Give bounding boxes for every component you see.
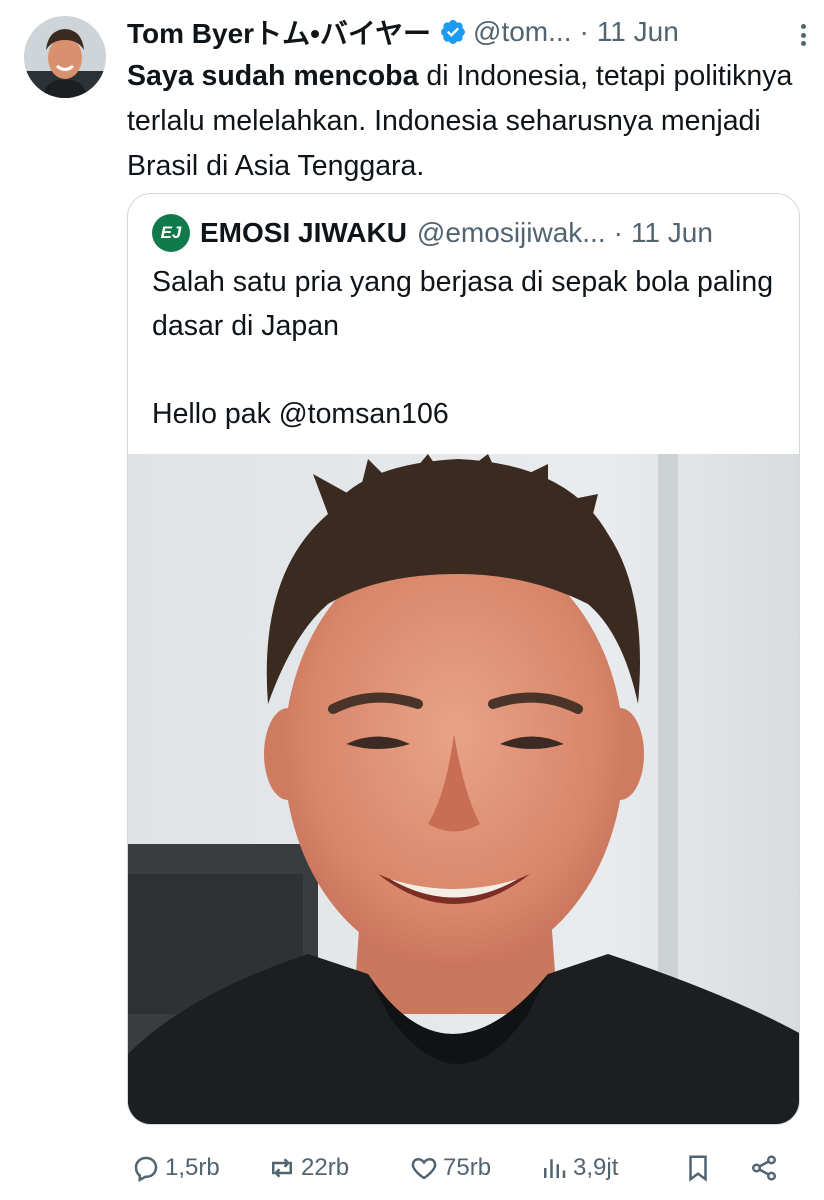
reply-count: 1,5rb	[165, 1154, 220, 1181]
tweet-timestamp[interactable]: 11 Jun	[597, 16, 679, 48]
quoted-author-name[interactable]: EMOSI JIWAKU	[200, 217, 407, 249]
quoted-text-line: Salah satu pria yang berjasa di sepak bo…	[152, 266, 774, 342]
quoted-text-line: Hello pak @tomsan106	[152, 398, 449, 430]
share-button[interactable]	[749, 1146, 783, 1190]
quoted-tweet-text: Salah satu pria yang berjasa di sepak bo…	[152, 260, 782, 436]
quoted-tweet-header: EJ EMOSI JIWAKU @emosijiwak... · 11 Jun	[152, 214, 713, 252]
quoted-author-avatar[interactable]: EJ	[152, 214, 190, 252]
tweet[interactable]: Tom Byerトム•バイヤー @tom... · 11 Jun Saya su…	[0, 0, 824, 1200]
like-icon	[411, 1157, 437, 1180]
tweet-header: Tom Byerトム•バイヤー @tom... · 11 Jun	[127, 12, 806, 52]
tweet-text-bold: Saya sudah mencoba	[127, 60, 419, 92]
more-options-icon[interactable]	[797, 24, 809, 46]
reply-button[interactable]: 1,5rb	[131, 1146, 220, 1190]
reply-icon	[134, 1156, 158, 1182]
author-avatar[interactable]	[24, 16, 106, 98]
repost-button[interactable]: 22rb	[267, 1146, 349, 1190]
like-button[interactable]: 75rb	[409, 1146, 491, 1190]
quoted-text-line	[152, 348, 782, 392]
quoted-tweet-timestamp[interactable]: 11 Jun	[631, 217, 713, 249]
quoted-tweet-photo[interactable]	[128, 454, 799, 1124]
tweet-text: Saya sudah mencoba di Indonesia, tetapi …	[127, 54, 799, 189]
repost-icon	[272, 1158, 292, 1178]
author-handle[interactable]: @tom...	[473, 16, 571, 48]
quoted-separator-dot: ·	[613, 217, 623, 248]
verified-badge-icon	[439, 18, 467, 46]
views-icon	[544, 1159, 566, 1178]
quoted-author-logo-text: EJ	[160, 223, 182, 242]
repost-count: 22rb	[301, 1154, 350, 1181]
views-count: 3,9jt	[573, 1154, 619, 1181]
quoted-tweet[interactable]: EJ EMOSI JIWAKU @emosijiwak... · 11 Jun …	[127, 193, 800, 1125]
views-button[interactable]: 3,9jt	[539, 1146, 618, 1190]
bookmark-icon	[689, 1155, 707, 1182]
bookmark-button[interactable]	[683, 1146, 717, 1190]
like-count: 75rb	[443, 1154, 492, 1181]
quoted-author-handle[interactable]: @emosijiwak...	[417, 217, 606, 249]
author-name[interactable]: Tom Byerトム•バイヤー	[127, 12, 431, 52]
share-icon	[752, 1155, 776, 1181]
tweet-actions: 1,5rb 22rb 75rb 3,9jt	[127, 1146, 799, 1190]
separator-dot: ·	[579, 16, 589, 47]
